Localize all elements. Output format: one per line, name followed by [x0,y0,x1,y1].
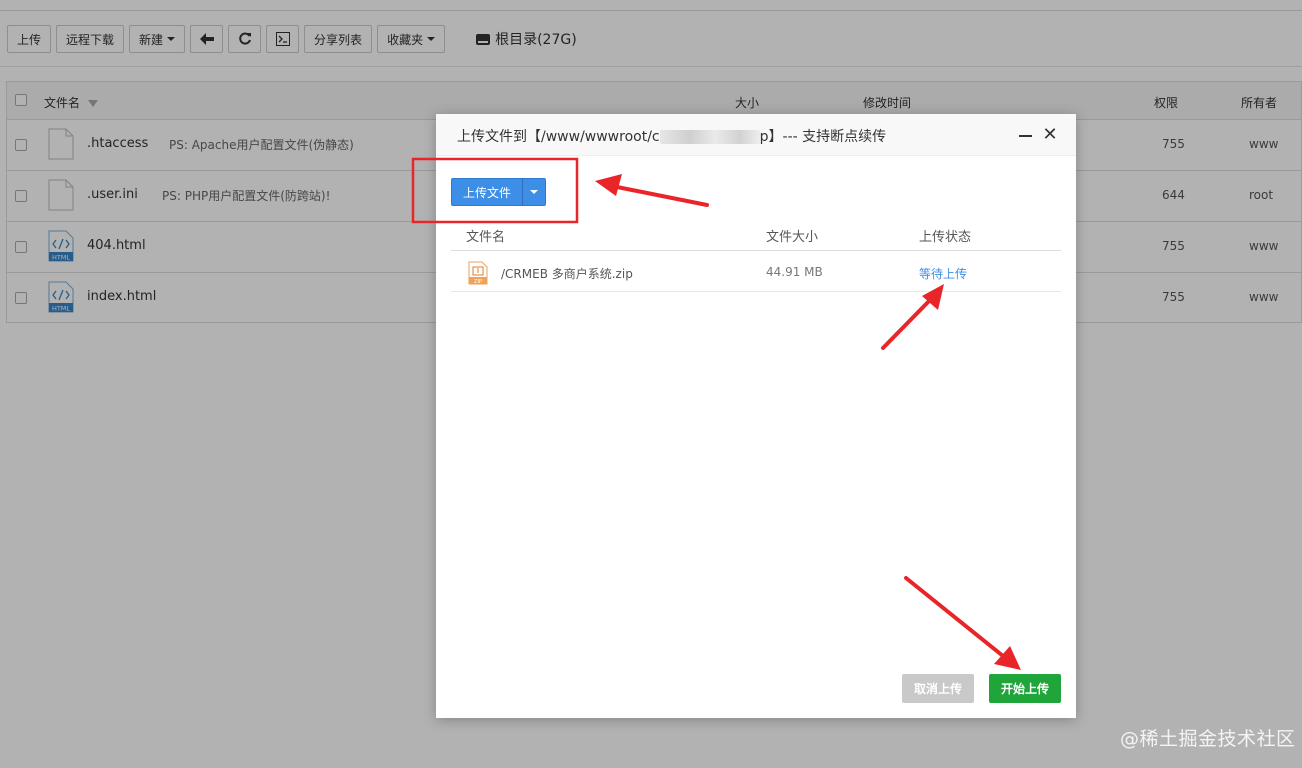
upload-file-size: 44.91 MB [766,265,823,279]
dialog-title-prefix: 上传文件到【/www/wwwroot/c [457,129,660,145]
start-upload-button[interactable]: 开始上传 [989,674,1061,703]
watermark: @稀土掘金技术社区 [1120,728,1296,750]
minimize-icon[interactable] [1019,135,1032,137]
upload-status-header: 上传状态 [919,230,972,245]
zip-file-icon: ZIP [468,261,488,285]
upload-table-header: 文件名 文件大小 上传状态 [451,218,1061,251]
upload-file-dropdown[interactable] [523,179,545,205]
svg-text:ZIP: ZIP [474,279,482,285]
dialog-header: 上传文件到【/www/wwwroot/c p】--- 支持断点续传 ✕ [436,114,1076,156]
caret-down-icon [530,190,538,194]
dialog-title-suffix: p】--- 支持断点续传 [759,129,887,145]
upload-filename-header: 文件名 [466,230,506,245]
upload-file-label[interactable]: 上传文件 [452,179,523,205]
close-icon[interactable]: ✕ [1041,126,1059,144]
upload-file-status: 等待上传 [919,267,968,281]
upload-file-row: ZIP /CRMEB 多商户系统.zip 44.91 MB 等待上传 [451,252,1061,292]
upload-dialog: 上传文件到【/www/wwwroot/c p】--- 支持断点续传 ✕ 上传文件 … [436,114,1076,718]
upload-file-name: /CRMEB 多商户系统.zip [501,267,633,281]
cancel-upload-button[interactable]: 取消上传 [902,674,974,703]
upload-file-button[interactable]: 上传文件 [451,178,546,206]
upload-size-header: 文件大小 [766,230,819,245]
blurred-path-segment [659,130,760,144]
dialog-title: 上传文件到【/www/wwwroot/c p】--- 支持断点续传 [457,126,886,146]
